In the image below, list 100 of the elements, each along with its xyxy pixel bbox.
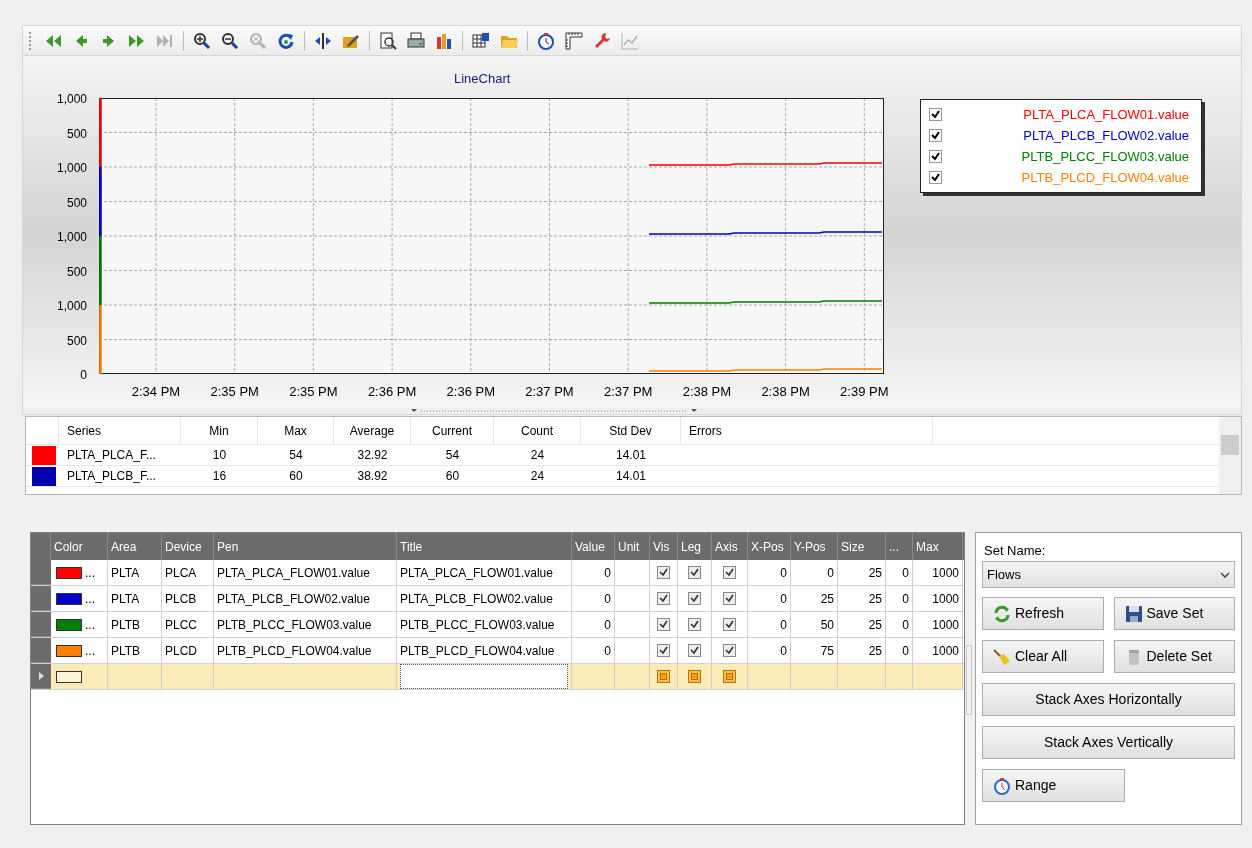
table-cell: PLTB [108,612,162,637]
delete-set-button[interactable]: Delete Set [1113,640,1235,673]
stack-axes-button[interactable]: Stack Axes Vertically [982,726,1235,759]
axis-label: 2:34 PM [130,383,182,401]
broom-icon [993,647,1011,666]
checkbox[interactable] [723,566,736,579]
column-header: Current [411,417,494,444]
axis-label: 2:37 PM [524,383,575,401]
checkbox[interactable] [723,592,736,605]
ruler-icon[interactable] [565,31,583,50]
table-cell: 25 [791,586,838,611]
table-cell-text: 60 [444,468,461,485]
refresh-button[interactable]: Refresh [982,597,1104,630]
ellipsis-text: ... [85,590,95,608]
row-header[interactable] [31,664,51,689]
print-preview-icon[interactable] [379,31,397,50]
checkbox[interactable] [657,618,670,631]
axis-label: 500 [65,125,87,143]
input-field[interactable] [400,664,568,689]
axis-label: 500 [65,332,87,350]
checkbox[interactable] [723,670,736,683]
table-cell-text: 24 [529,468,546,485]
legend-label: PLTA_PLCB_FLOW02.value [1023,126,1190,145]
stack-axes-button[interactable]: Stack Axes Horizontally [982,683,1235,716]
splitter-handle[interactable] [966,645,972,715]
table-cell: 25 [838,612,886,637]
clear-all-button[interactable]: Clear All [982,640,1104,673]
save-set-button[interactable]: Save Set [1113,597,1235,630]
zoom-out-icon[interactable] [221,31,239,50]
axis-label: 500 [65,263,87,281]
table-cell: PLCB [162,586,214,611]
table-cell: 0 [572,638,615,663]
table-cell: 1000 [913,612,963,637]
field-label: Set Name: [983,542,1047,560]
table-cell: 1000 [913,638,963,663]
color-swatch[interactable] [56,618,82,631]
table-cell: 0 [572,560,615,585]
axis-label: 2:39 PM [839,383,890,401]
legend-checkbox[interactable] [929,171,942,184]
checkbox[interactable] [657,644,670,657]
axis-label: 2:35 PM [209,383,260,401]
table-cell: 25 [838,586,886,611]
checkbox[interactable] [657,566,670,579]
column-header: Std Dev [581,417,681,444]
ellipsis-text: ... [85,616,95,634]
table-cell: 0 [748,586,791,611]
table-cell: 0 [748,638,791,663]
set-name-dropdown[interactable]: Flows [982,561,1235,588]
checkbox[interactable] [657,670,670,683]
legend-checkbox[interactable] [929,150,942,163]
table-cell-text: 60 [288,468,304,485]
table-cell: PLCD [162,638,214,663]
legend-checkbox[interactable] [929,129,942,142]
checkbox[interactable] [657,592,670,605]
zoom-in-icon[interactable] [193,31,211,50]
table-cell-text: PLTA_PLCA_F... [66,447,157,464]
save-icon [1124,604,1143,623]
column-header: Min [181,417,258,444]
table-cell: 1000 [913,586,963,611]
table-cell: PLTB [108,638,162,663]
checkbox[interactable] [688,592,701,605]
table-cell: 0 [886,560,913,585]
ellipsis-text: ... [85,642,95,660]
scrollbar[interactable] [1219,417,1241,494]
table-cell: 1000 [913,560,963,585]
color-swatch[interactable] [56,592,82,605]
legend-checkbox[interactable] [929,108,942,121]
axis-label: 2:38 PM [760,383,811,401]
stopwatch-icon [993,776,1011,795]
wrench-icon[interactable] [593,31,611,50]
legend-label: PLTA_PLCA_FLOW01.value [1023,105,1190,124]
color-swatch[interactable] [56,566,82,579]
axis-label: 2:36 PM [366,383,418,401]
axis-label: 2:35 PM [288,383,339,401]
checkbox[interactable] [723,618,736,631]
checkbox[interactable] [688,618,701,631]
axis-label: 2:37 PM [602,383,654,401]
legend-label: PLTB_PLCD_FLOW04.value [1021,168,1190,187]
table-cell-text: PLTA_PLCB_F... [66,468,157,485]
table-icon[interactable] [472,31,490,50]
column-header: Count [494,417,581,444]
table-cell: PLTA_PLCA_FLOW01.value [214,560,397,585]
bar-chart-icon[interactable] [435,31,453,50]
stopwatch-icon[interactable] [537,31,555,50]
split-icon[interactable] [314,31,332,50]
refresh-icon[interactable] [277,31,295,50]
printer-icon[interactable] [407,31,425,50]
chart-title: LineChart [454,70,511,88]
color-swatch[interactable] [56,644,82,657]
checkbox[interactable] [688,644,701,657]
table-cell: PLCA [162,560,214,585]
checkbox[interactable] [688,566,701,579]
color-swatch[interactable] [56,670,82,683]
checkbox[interactable] [723,644,736,657]
checkbox[interactable] [688,670,701,683]
axis-label: 2:36 PM [445,383,496,401]
range-button[interactable]: Range [982,769,1125,802]
axis-label: 1,000 [55,160,87,177]
table-cell-text: 32.92 [356,447,389,464]
table-cell: 0 [791,560,838,585]
